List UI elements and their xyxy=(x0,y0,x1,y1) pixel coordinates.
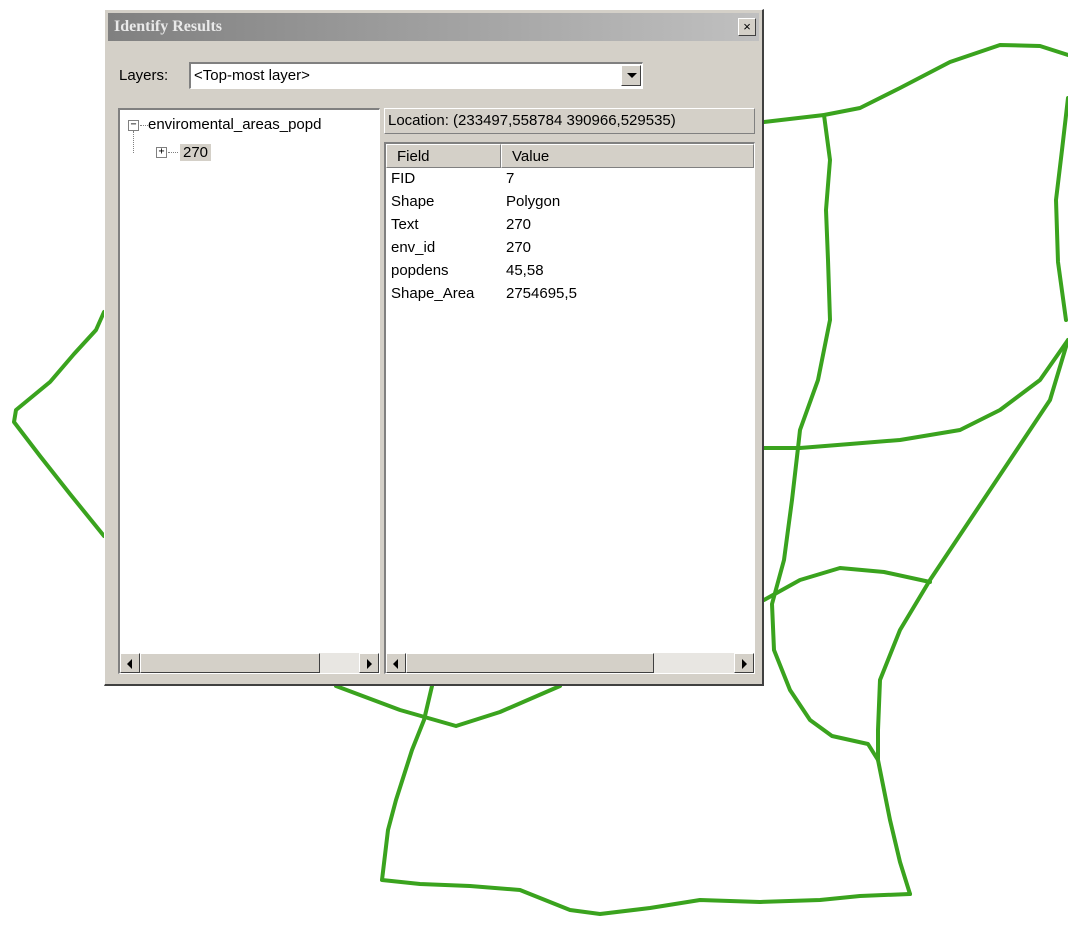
identify-results-window: Identify Results × Layers: <Top-most lay… xyxy=(104,9,764,686)
results-tree[interactable]: − enviromental_areas_popd + 270 xyxy=(118,108,380,674)
table-row[interactable]: Shape_Area 2754695,5 xyxy=(386,283,746,307)
scroll-left-arrow-icon xyxy=(127,659,132,669)
map-polygon-boundary xyxy=(380,684,912,916)
column-header-field[interactable]: Field xyxy=(386,144,501,168)
layers-dropdown-button[interactable] xyxy=(621,65,641,86)
scrollbar-thumb[interactable] xyxy=(140,653,320,673)
field-value: Polygon xyxy=(506,193,561,210)
map-polygon-boundary xyxy=(1054,96,1068,322)
tree-connector xyxy=(133,131,134,153)
field-value: 270 xyxy=(506,239,532,256)
table-row[interactable]: Shape Polygon xyxy=(386,191,746,215)
table-row[interactable]: popdens 45,58 xyxy=(386,260,746,284)
field-name: Text xyxy=(391,216,419,233)
expand-toggle-icon[interactable]: + xyxy=(156,147,167,158)
attribute-table[interactable]: Field Value FID 7 Shape Polygon Text 270… xyxy=(384,142,755,674)
scroll-left-arrow-icon xyxy=(393,659,398,669)
layers-label: Layers: xyxy=(119,67,169,84)
scroll-right-button[interactable] xyxy=(359,653,379,673)
table-row[interactable]: env_id 270 xyxy=(386,237,746,261)
tree-horizontal-scrollbar[interactable] xyxy=(120,653,379,673)
field-name: env_id xyxy=(391,239,436,256)
map-polygon-boundary xyxy=(762,338,1068,450)
scrollbar-thumb[interactable] xyxy=(406,653,654,673)
tree-connector xyxy=(168,152,178,153)
layers-selected-value: <Top-most layer> xyxy=(194,67,310,84)
map-polygon-boundary xyxy=(762,43,1068,124)
map-polygon-boundary xyxy=(334,684,562,728)
location-readout: Location: (233497,558784 390966,529535) xyxy=(384,108,755,134)
field-value: 7 xyxy=(506,170,515,187)
scroll-right-arrow-icon xyxy=(367,659,372,669)
map-polygon-boundary xyxy=(12,310,106,538)
scroll-right-arrow-icon xyxy=(742,659,747,669)
map-polygon-boundary xyxy=(762,566,932,602)
table-row[interactable]: Text 270 xyxy=(386,214,746,238)
field-name: Shape xyxy=(391,193,435,210)
map-polygon-boundary xyxy=(770,113,912,896)
field-value: 270 xyxy=(506,216,532,233)
collapse-toggle-icon[interactable]: − xyxy=(128,120,139,131)
table-horizontal-scrollbar[interactable] xyxy=(386,653,754,673)
close-button[interactable]: × xyxy=(738,18,756,36)
tree-feature-item[interactable]: 270 xyxy=(180,144,212,161)
tree-root-layer[interactable]: enviromental_areas_popd xyxy=(148,116,321,133)
column-header-value[interactable]: Value xyxy=(501,144,754,168)
field-name: Shape_Area xyxy=(391,285,475,302)
field-name: popdens xyxy=(391,262,449,279)
scroll-right-button[interactable] xyxy=(734,653,754,673)
field-name: FID xyxy=(391,170,416,187)
field-value: 2754695,5 xyxy=(506,285,577,302)
chevron-down-icon xyxy=(627,73,637,78)
scroll-left-button[interactable] xyxy=(386,653,406,673)
window-title: Identify Results xyxy=(114,18,223,35)
map-polygon-boundary xyxy=(876,338,1068,762)
title-bar[interactable]: Identify Results × xyxy=(108,13,759,41)
scroll-left-button[interactable] xyxy=(120,653,140,673)
field-value: 45,58 xyxy=(506,262,544,279)
layers-dropdown[interactable]: <Top-most layer> xyxy=(189,62,643,89)
table-row[interactable]: FID 7 xyxy=(386,168,746,192)
close-icon: × xyxy=(743,19,751,34)
tree-connector xyxy=(140,125,148,126)
